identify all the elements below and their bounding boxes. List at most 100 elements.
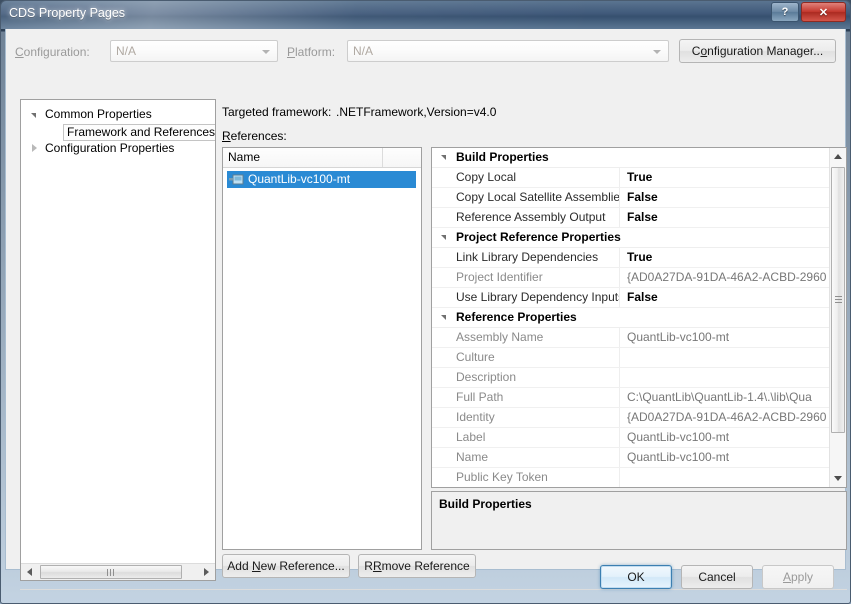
property-value[interactable]: QuantLib-vc100-mt — [624, 448, 829, 467]
property-row[interactable]: Project Identifier {AD0A27DA-91DA-46A2-AC… — [432, 268, 831, 288]
apply-label: Apply — [783, 570, 813, 584]
property-row[interactable]: Label QuantLib-vc100-mt — [432, 428, 831, 448]
property-name: Link Library Dependencies — [456, 248, 619, 267]
property-row[interactable]: Culture — [432, 348, 831, 368]
add-new-reference-button[interactable]: Add New Reference... — [222, 554, 350, 578]
property-row[interactable]: Copy LocalTrue — [432, 168, 831, 188]
expander-open-icon[interactable] — [441, 235, 446, 240]
column-splitter[interactable] — [619, 188, 620, 207]
property-value[interactable]: {AD0A27DA-91DA-46A2-ACBD-2960 — [624, 408, 829, 427]
property-name: Identity — [456, 408, 619, 427]
references-label: References: — [222, 129, 287, 143]
scroll-down-icon[interactable] — [830, 470, 846, 487]
column-splitter[interactable] — [619, 388, 620, 407]
property-name: Public Key Token — [456, 468, 619, 487]
property-row[interactable]: Use Library Dependency InputsFalse — [432, 288, 831, 308]
help-button[interactable]: ? — [771, 2, 799, 22]
column-splitter[interactable] — [619, 208, 620, 227]
property-category-row[interactable]: Project Reference Properties — [432, 228, 831, 248]
scroll-thumb[interactable] — [40, 565, 182, 579]
property-value[interactable]: False — [624, 288, 829, 307]
targeted-framework-value: .NETFramework,Version=v4.0 — [336, 105, 496, 119]
property-row[interactable]: Full Path C:\QuantLib\QuantLib-1.4\.\lib\… — [432, 388, 831, 408]
property-name: Full Path — [456, 388, 619, 407]
property-name: Copy Local Satellite Assemblies — [456, 188, 619, 207]
close-button[interactable]: ✕ — [801, 2, 846, 22]
description-title: Build Properties — [439, 497, 532, 511]
column-splitter[interactable] — [619, 468, 620, 487]
configuration-dropdown[interactable]: N/A — [110, 40, 278, 62]
property-category-row[interactable]: Build Properties — [432, 148, 831, 168]
scroll-right-icon[interactable] — [198, 564, 215, 580]
property-value[interactable]: {AD0A27DA-91DA-46A2-ACBD-2960 — [624, 268, 829, 287]
column-splitter[interactable] — [619, 248, 620, 267]
tree-node-configuration-properties[interactable]: Configuration Properties — [21, 140, 215, 157]
tree-node-common-properties[interactable]: Common Properties — [21, 106, 215, 123]
property-grid[interactable]: Build PropertiesCopy LocalTrueCopy Local… — [431, 147, 847, 488]
expander-open-icon[interactable] — [441, 315, 446, 320]
column-header-blank[interactable] — [383, 148, 421, 167]
list-item[interactable]: QuantLib-vc100-mt — [227, 171, 416, 188]
property-row[interactable]: Link Library Dependencies True — [432, 248, 831, 268]
tree-node-framework-and-references[interactable]: Framework and References — [21, 123, 215, 140]
column-splitter[interactable] — [619, 408, 620, 427]
property-name: Project Identifier — [456, 268, 619, 287]
property-row[interactable]: Public Key Token — [432, 468, 831, 488]
ok-button[interactable]: OK — [600, 565, 672, 589]
platform-dropdown[interactable]: N/A — [347, 40, 669, 62]
property-value[interactable]: True — [624, 248, 829, 267]
column-splitter[interactable] — [619, 368, 620, 387]
property-category-label: Project Reference Properties — [456, 228, 621, 247]
property-value[interactable]: C:\QuantLib\QuantLib-1.4\.\lib\Qua — [624, 388, 829, 407]
window-title: CDS Property Pages — [9, 6, 125, 20]
configuration-label-rest: onfiguration: — [24, 45, 90, 59]
property-value[interactable]: QuantLib-vc100-mt — [624, 428, 829, 447]
remove-reference-button[interactable]: RRmove Reference — [358, 554, 476, 578]
apply-button: Apply — [762, 565, 834, 589]
property-value[interactable]: False — [624, 188, 829, 207]
list-item-label: QuantLib-vc100-mt — [248, 171, 350, 188]
property-row[interactable]: NameQuantLib-vc100-mt — [432, 448, 831, 468]
tree-horizontal-scrollbar[interactable] — [21, 563, 215, 580]
scroll-up-icon[interactable] — [830, 148, 846, 165]
property-name: Label — [456, 428, 619, 447]
property-row[interactable]: Description — [432, 368, 831, 388]
references-list-header: Name — [223, 148, 421, 168]
references-list[interactable]: Name QuantLib-vc100-mt — [222, 147, 422, 550]
property-row[interactable]: Reference Assembly OutputFalse — [432, 208, 831, 228]
dialog-client-area: Configuration: N/A Platform: N/A Configu… — [5, 29, 846, 570]
tree-node-label: Common Properties — [45, 106, 152, 123]
column-splitter[interactable] — [619, 288, 620, 307]
configuration-manager-label: Configuration Manager... — [692, 44, 823, 58]
properties-tree[interactable]: Common Properties Framework and Referenc… — [20, 99, 216, 581]
property-grid-vertical-scrollbar[interactable] — [829, 148, 846, 487]
property-value[interactable]: True — [624, 168, 829, 187]
configuration-manager-button[interactable]: Configuration Manager... — [679, 39, 836, 63]
property-row[interactable]: Assembly Name QuantLib-vc100-mt — [432, 328, 831, 348]
scroll-thumb[interactable] — [831, 167, 845, 433]
column-header-name[interactable]: Name — [223, 148, 383, 167]
property-row[interactable]: Copy Local Satellite Assemblies False — [432, 188, 831, 208]
property-row[interactable]: Identity {AD0A27DA-91DA-46A2-ACBD-2960 — [432, 408, 831, 428]
column-splitter[interactable] — [619, 168, 620, 187]
configuration-label: Configuration: — [15, 45, 90, 59]
cancel-button[interactable]: Cancel — [681, 565, 753, 589]
add-new-reference-label: Add New Reference... — [227, 559, 344, 573]
caption-buttons: ? ✕ — [771, 2, 846, 22]
column-splitter[interactable] — [619, 268, 620, 287]
column-splitter[interactable] — [619, 428, 620, 447]
scroll-left-icon[interactable] — [21, 564, 38, 580]
column-splitter[interactable] — [619, 328, 620, 347]
targeted-framework-label: Targeted framework: — [222, 105, 331, 119]
property-name: Assembly Name — [456, 328, 619, 347]
expander-closed-icon[interactable] — [32, 144, 37, 152]
property-value[interactable]: QuantLib-vc100-mt — [624, 328, 829, 347]
column-splitter[interactable] — [619, 448, 620, 467]
tree-nodes: Common Properties Framework and Referenc… — [21, 100, 215, 157]
expander-open-icon[interactable] — [441, 155, 446, 160]
expander-open-icon[interactable] — [31, 113, 36, 118]
property-category-row[interactable]: Reference Properties — [432, 308, 831, 328]
column-splitter[interactable] — [619, 348, 620, 367]
reference-icon — [229, 174, 244, 185]
property-value[interactable]: False — [624, 208, 829, 227]
